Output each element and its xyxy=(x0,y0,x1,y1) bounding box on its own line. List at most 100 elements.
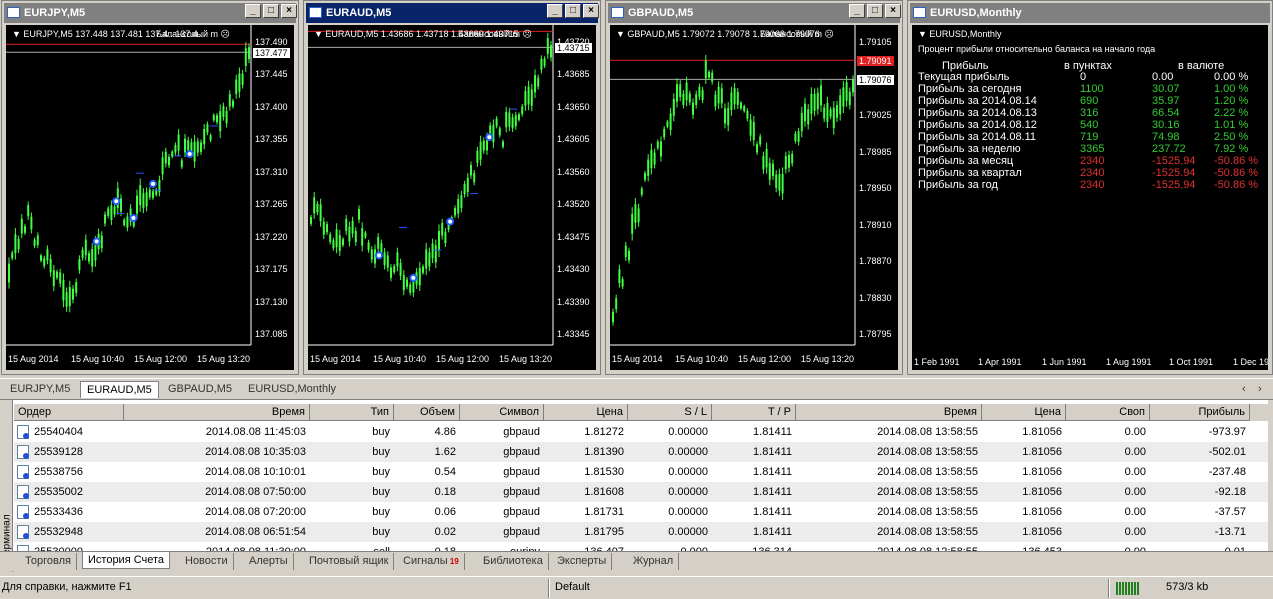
scroll-right-icon[interactable]: › xyxy=(1252,381,1268,398)
table-cell: 0.02 xyxy=(434,526,456,538)
terminal-tab[interactable]: Журнал xyxy=(628,553,680,570)
candle-body xyxy=(370,249,373,260)
candle-body xyxy=(476,150,479,163)
maximize-button[interactable]: □ xyxy=(867,4,883,18)
profit-pct: -50.86 % xyxy=(1214,179,1259,191)
candle-body xyxy=(342,239,344,246)
candle-body xyxy=(823,107,826,119)
chart-tabs: EURJPY,M5 EURAUD,M5 GBPAUD,M5 EURUSD,Mon… xyxy=(0,378,1273,398)
window-title: EURAUD,M5 xyxy=(326,7,392,19)
table-cell: 0.00000 xyxy=(668,526,708,538)
time-label: 15 Aug 12:00 xyxy=(134,354,188,364)
candle-body xyxy=(546,38,549,54)
maximize-button[interactable]: □ xyxy=(263,4,279,18)
candles xyxy=(6,25,252,346)
close-button[interactable]: × xyxy=(583,4,599,18)
column-header[interactable]: Время xyxy=(796,404,982,421)
candle-body xyxy=(740,102,742,109)
candle-body xyxy=(473,173,476,183)
close-button[interactable]: × xyxy=(885,4,901,18)
column-header[interactable]: T / P xyxy=(712,404,796,421)
column-header[interactable]: Своп xyxy=(1066,404,1150,421)
chart-window-eurjpy[interactable]: EURJPY,M5 _ □ × ▼ EURJPY,M5 137.448 137.… xyxy=(1,0,299,375)
profit-points: 1100 xyxy=(1080,83,1104,95)
trade-marker xyxy=(446,217,455,226)
candle-body xyxy=(62,280,65,301)
candle-body xyxy=(759,136,762,145)
table-cell: 0.00000 xyxy=(668,506,708,518)
column-header[interactable]: Ордер xyxy=(14,404,124,421)
signals-badge: 19 xyxy=(447,557,459,566)
column-header[interactable]: Цена xyxy=(982,404,1066,421)
column-header[interactable]: Тип xyxy=(310,404,394,421)
table-cell: 2014.08.08 13:58:55 xyxy=(877,446,978,458)
scroll-left-icon[interactable]: ‹ xyxy=(1236,381,1252,398)
column-header[interactable]: Объем xyxy=(394,404,460,421)
table-cell: gbpaud xyxy=(503,486,540,498)
price-chart[interactable]: ▼ EURAUD,M5 1.43686 1.43718 1.43660 1.43… xyxy=(308,25,596,370)
table-row[interactable]: 25533436 2014.08.08 07:20:00 buy 0.06 gbpaud… xyxy=(14,502,1268,522)
price-tick: 1.43605 xyxy=(557,134,590,145)
candle-body xyxy=(518,114,520,120)
minimize-button[interactable]: _ xyxy=(849,4,865,18)
table-row[interactable]: 25535002 2014.08.08 07:50:00 buy 0.18 gbpaud… xyxy=(14,482,1268,502)
candle-body xyxy=(492,125,495,143)
column-header[interactable]: Прибыль xyxy=(1150,404,1250,421)
title-bar[interactable]: EURUSD,Monthly xyxy=(910,3,1270,23)
minimize-button[interactable]: _ xyxy=(547,4,563,18)
close-button[interactable]: × xyxy=(281,4,297,18)
price-tick: 137.130 xyxy=(255,296,288,307)
terminal-tabs: Торговля История Счета Новости Алерты Почтов… xyxy=(0,551,1273,571)
column-header[interactable]: Символ xyxy=(460,404,544,421)
tab-euraud[interactable]: EURAUD,M5 xyxy=(80,381,159,398)
profit-points: 0 xyxy=(1080,71,1087,83)
candle-body xyxy=(724,108,726,124)
terminal-tab[interactable]: Почтовый ящик xyxy=(304,553,395,570)
candle-body xyxy=(438,230,440,251)
candle-body xyxy=(434,245,437,263)
table-row[interactable]: 25539128 2014.08.08 10:35:03 buy 1.62 gbpaud… xyxy=(14,442,1268,462)
table-row[interactable]: 25540404 2014.08.08 11:45:03 buy 4.86 gbpaud… xyxy=(14,422,1268,442)
column-header[interactable]: Время xyxy=(124,404,310,421)
price-chart[interactable]: ▼ GBPAUD,M5 1.79072 1.79078 1.79068 1.79… xyxy=(610,25,898,370)
candle-body xyxy=(161,157,164,175)
candle-body xyxy=(104,214,106,224)
terminal-tab[interactable]: Библиотека xyxy=(478,553,549,570)
table-row[interactable]: 25532948 2014.08.08 06:51:54 buy 0.02 gbpaud… xyxy=(14,522,1268,542)
vertical-scrollbar[interactable] xyxy=(1268,400,1273,572)
price-chart[interactable]: ▼ EURJPY,M5 137.448 137.481 137.4.. 137.… xyxy=(6,25,294,370)
price-tick: 1.43475 xyxy=(557,231,590,242)
terminal-tab[interactable]: Торговля xyxy=(20,553,77,570)
chart-window-eurusd[interactable]: EURUSD,Monthly ▼ EURUSD,Monthly Процент … xyxy=(907,0,1273,375)
column-header[interactable]: S / L xyxy=(628,404,712,421)
candle-body xyxy=(238,73,241,92)
table-cell: 0.00000 xyxy=(668,466,708,478)
profit-label: Прибыль за 2014.08.13 xyxy=(918,107,1037,119)
tab-eurusd[interactable]: EURUSD,Monthly xyxy=(242,381,342,398)
table-cell: 25540404 xyxy=(34,426,83,438)
table-row[interactable]: 25538756 2014.08.08 10:10:01 buy 0.54 gbpaud… xyxy=(14,462,1268,482)
terminal-tab[interactable]: Сигналы 19 xyxy=(398,553,465,570)
minimize-button[interactable]: _ xyxy=(245,4,261,18)
terminal-tab[interactable]: Эксперты xyxy=(552,553,613,570)
tab-gbpaud[interactable]: GBPAUD,M5 xyxy=(162,381,238,398)
table-cell: 1.81411 xyxy=(753,486,792,498)
maximize-button[interactable]: □ xyxy=(565,4,581,18)
table-cell: 0.18 xyxy=(434,486,456,498)
column-header[interactable]: Цена xyxy=(544,404,628,421)
candle-body xyxy=(679,84,682,98)
terminal-tab[interactable]: Алерты xyxy=(244,553,294,570)
candle-body xyxy=(842,87,845,107)
candle-body xyxy=(406,279,408,287)
chart-window-gbpaud[interactable]: GBPAUD,M5 _ □ × ▼ GBPAUD,M5 1.79072 1.79… xyxy=(605,0,903,375)
tab-eurjpy[interactable]: EURJPY,M5 xyxy=(4,381,76,398)
terminal-tab[interactable]: История Счета xyxy=(82,552,171,569)
candle-body xyxy=(498,128,501,136)
profit-chart[interactable]: ▼ EURUSD,Monthly Процент прибыли относит… xyxy=(912,25,1268,370)
chart-window-euraud[interactable]: EURAUD,M5 _ □ × ▼ EURAUD,M5 1.43686 1.43… xyxy=(303,0,601,375)
terminal-tab[interactable]: Новости xyxy=(180,553,234,570)
candle-body xyxy=(788,154,790,168)
profit-label: Прибыль за 2014.08.11 xyxy=(918,131,1037,143)
history-table-header: Ордер Время Тип Объем Символ Цена S / LT / P Вр… xyxy=(14,404,1268,421)
candle-body xyxy=(810,93,813,114)
